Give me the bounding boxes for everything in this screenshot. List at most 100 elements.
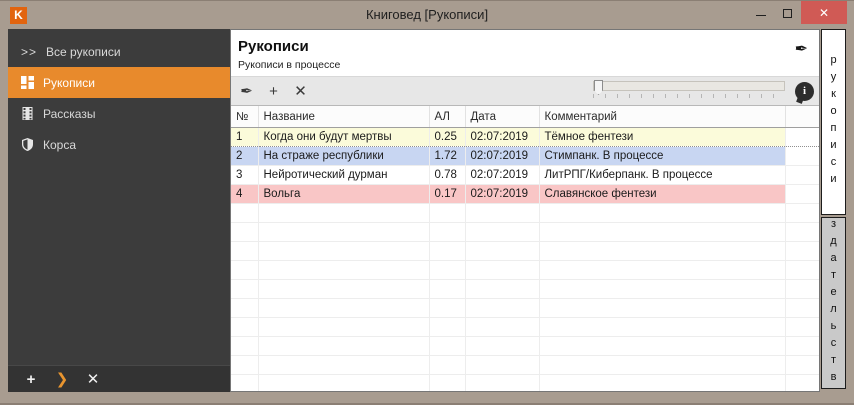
slider-track[interactable] bbox=[593, 81, 785, 91]
cell-comment[interactable]: Тёмное фентези bbox=[539, 127, 785, 146]
empty-cell bbox=[258, 317, 429, 336]
table-header-row: № Название АЛ Дата Комментарий bbox=[231, 106, 819, 127]
add-button[interactable]: + bbox=[20, 371, 42, 388]
empty-cell bbox=[785, 279, 819, 298]
empty-cell bbox=[258, 279, 429, 298]
empty-cell bbox=[231, 203, 258, 222]
maximize-button[interactable] bbox=[774, 1, 801, 22]
app-window: K Книговед [Рукописи] ✕ >> Все рукописи bbox=[0, 0, 854, 405]
main-panel: Рукописи Рукописи в процессе ✒ ✒ + ✕ i bbox=[230, 29, 820, 392]
edit-button[interactable]: ✒ bbox=[238, 82, 255, 100]
table-row[interactable]: 4Вольга0.1702:07:2019Славянское фентези bbox=[231, 184, 819, 203]
column-header-comment[interactable]: Комментарий bbox=[539, 106, 785, 127]
empty-cell bbox=[429, 374, 465, 391]
cell-comment[interactable]: Стимпанк. В процессе bbox=[539, 146, 785, 165]
empty-cell bbox=[429, 336, 465, 355]
page-subtitle: Рукописи в процессе bbox=[238, 59, 811, 71]
sidebar-item-all-manuscripts[interactable]: >> Все рукописи bbox=[8, 36, 230, 67]
empty-table-row bbox=[231, 260, 819, 279]
empty-cell bbox=[539, 374, 785, 391]
sidebar-item-label: Рукописи bbox=[43, 76, 95, 90]
column-header-date[interactable]: Дата bbox=[465, 106, 539, 127]
add-record-button[interactable]: + bbox=[265, 83, 282, 100]
delete-record-button[interactable]: ✕ bbox=[292, 82, 309, 100]
table-row[interactable]: 2На страже республики1.7202:07:2019Стимп… bbox=[231, 146, 819, 165]
cell-num[interactable]: 4 bbox=[231, 184, 258, 203]
cell-num[interactable]: 3 bbox=[231, 165, 258, 184]
cell-date[interactable]: 02:07:2019 bbox=[465, 146, 539, 165]
cell-al[interactable]: 0.78 bbox=[429, 165, 465, 184]
empty-cell bbox=[258, 222, 429, 241]
cell-title[interactable]: Когда они будут мертвы bbox=[258, 127, 429, 146]
empty-table-row bbox=[231, 279, 819, 298]
empty-cell bbox=[465, 260, 539, 279]
empty-cell bbox=[429, 222, 465, 241]
cell-title[interactable]: Нейротический дурман bbox=[258, 165, 429, 184]
tab-manuscripts[interactable]: рукописи bbox=[821, 29, 846, 215]
double-chevron-icon: >> bbox=[21, 45, 37, 59]
empty-cell bbox=[465, 279, 539, 298]
empty-cell bbox=[785, 241, 819, 260]
cell-num[interactable]: 1 bbox=[231, 127, 258, 146]
zoom-slider[interactable] bbox=[593, 81, 785, 98]
window-controls: ✕ bbox=[747, 1, 847, 24]
empty-cell bbox=[231, 241, 258, 260]
title-bar[interactable]: K Книговед [Рукописи] ✕ bbox=[0, 1, 854, 29]
cell-al[interactable]: 0.25 bbox=[429, 127, 465, 146]
cell-title[interactable]: На страже республики bbox=[258, 146, 429, 165]
cell-date[interactable]: 02:07:2019 bbox=[465, 127, 539, 146]
empty-cell bbox=[258, 374, 429, 391]
sidebar-item-stories[interactable]: Рассказы bbox=[8, 98, 230, 129]
empty-cell bbox=[465, 203, 539, 222]
sidebar-items: >> Все рукописи Рукописи bbox=[8, 29, 230, 160]
column-header-al[interactable]: АЛ bbox=[429, 106, 465, 127]
empty-cell bbox=[429, 203, 465, 222]
empty-cell bbox=[231, 355, 258, 374]
empty-cell bbox=[258, 260, 429, 279]
cell-title[interactable]: Вольга bbox=[258, 184, 429, 203]
table-row[interactable]: 3Нейротический дурман0.7802:07:2019ЛитРП… bbox=[231, 165, 819, 184]
empty-cell bbox=[539, 241, 785, 260]
empty-cell bbox=[465, 241, 539, 260]
empty-cell bbox=[785, 298, 819, 317]
window-content: >> Все рукописи Рукописи bbox=[8, 29, 846, 392]
empty-table-row bbox=[231, 355, 819, 374]
delete-button[interactable]: ✕ bbox=[82, 370, 104, 388]
empty-cell bbox=[231, 279, 258, 298]
open-button[interactable]: ❯ bbox=[51, 370, 73, 388]
empty-cell bbox=[539, 260, 785, 279]
empty-table-row bbox=[231, 298, 819, 317]
sidebar-item-label: Рассказы bbox=[43, 107, 95, 121]
empty-cell bbox=[465, 317, 539, 336]
empty-cell bbox=[258, 203, 429, 222]
cell-filler bbox=[785, 127, 819, 146]
empty-cell bbox=[465, 336, 539, 355]
manuscripts-table: № Название АЛ Дата Комментарий 1Когда он… bbox=[231, 106, 819, 391]
column-header-title[interactable]: Название bbox=[258, 106, 429, 127]
empty-cell bbox=[539, 279, 785, 298]
empty-cell bbox=[785, 336, 819, 355]
cell-comment[interactable]: Славянское фентези bbox=[539, 184, 785, 203]
film-icon bbox=[21, 107, 34, 120]
cell-comment[interactable]: ЛитРПГ/Киберпанк. В процессе bbox=[539, 165, 785, 184]
cell-al[interactable]: 0.17 bbox=[429, 184, 465, 203]
sidebar-item-korsa[interactable]: Корса bbox=[8, 129, 230, 160]
empty-table-row bbox=[231, 374, 819, 391]
minimize-button[interactable] bbox=[747, 1, 774, 22]
cell-num[interactable]: 2 bbox=[231, 146, 258, 165]
cell-al[interactable]: 1.72 bbox=[429, 146, 465, 165]
tab-publishers[interactable]: издательства bbox=[821, 217, 846, 389]
column-header-num[interactable]: № bbox=[231, 106, 258, 127]
pen-icon[interactable]: ✒ bbox=[795, 39, 808, 59]
slider-ticks bbox=[593, 94, 785, 98]
info-icon[interactable]: i bbox=[795, 82, 814, 101]
slider-area: i bbox=[593, 82, 814, 101]
table-row[interactable]: 1Когда они будут мертвы0.2502:07:2019Тём… bbox=[231, 127, 819, 146]
sidebar-item-label: Корса bbox=[43, 138, 76, 152]
sidebar-item-manuscripts[interactable]: Рукописи bbox=[8, 67, 230, 98]
close-button[interactable]: ✕ bbox=[801, 1, 847, 24]
empty-cell bbox=[231, 374, 258, 391]
cell-date[interactable]: 02:07:2019 bbox=[465, 165, 539, 184]
cell-date[interactable]: 02:07:2019 bbox=[465, 184, 539, 203]
slider-thumb[interactable] bbox=[594, 80, 603, 95]
